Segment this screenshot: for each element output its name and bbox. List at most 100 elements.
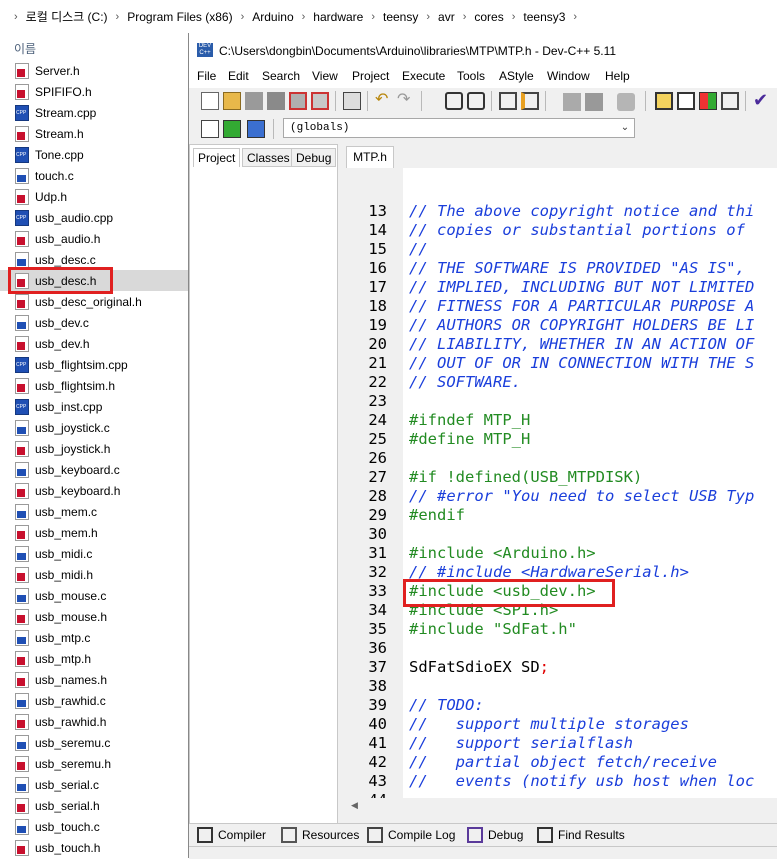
menu-project[interactable]: Project — [352, 69, 389, 83]
code-line[interactable]: #include "SdFat.h" — [409, 620, 577, 638]
tab-debug[interactable]: Debug — [291, 148, 337, 167]
menu-execute[interactable]: Execute — [402, 69, 445, 83]
breadcrumb-chevron-icon[interactable]: › — [512, 11, 516, 23]
breadcrumb-chevron-icon[interactable]: › — [371, 11, 375, 23]
explorer-address-bar[interactable]: › 로컬 디스크 (C:) › Program Files (x86) › Arduino… — [0, 0, 777, 34]
unindent-icon[interactable] — [521, 92, 539, 110]
file-item[interactable]: usb_touch.c — [0, 816, 188, 837]
print-icon[interactable] — [343, 92, 361, 110]
code-line[interactable]: // events (notify usb host when loc — [409, 772, 754, 790]
editor-tab-mtp-h[interactable]: MTP.h — [346, 146, 394, 168]
close-file-icon[interactable] — [289, 92, 307, 110]
file-item[interactable]: Udp.h — [0, 186, 188, 207]
compile-run-icon[interactable] — [699, 92, 717, 110]
code-line[interactable]: // IMPLIED, INCLUDING BUT NOT LIMITED — [409, 278, 754, 296]
find-icon[interactable] — [445, 92, 463, 110]
comment-icon[interactable] — [617, 93, 635, 111]
indent-icon[interactable] — [499, 92, 517, 110]
code-line[interactable]: // OUT OF OR IN CONNECTION WITH THE S — [409, 354, 754, 372]
close-all-icon[interactable] — [311, 92, 329, 110]
file-item[interactable]: usb_inst.cpp — [0, 396, 188, 417]
file-item[interactable]: SPIFIFO.h — [0, 81, 188, 102]
file-item[interactable]: usb_mem.h — [0, 522, 188, 543]
code-line[interactable]: // LIABILITY, WHETHER IN AN ACTION OF — [409, 335, 754, 353]
new-project-icon[interactable] — [201, 120, 219, 138]
toggle-bookmark-icon[interactable] — [563, 93, 581, 111]
menu-window[interactable]: Window — [547, 69, 590, 83]
code-line[interactable]: // copies or substantial portions of — [409, 221, 745, 239]
file-item[interactable]: usb_flightsim.cpp — [0, 354, 188, 375]
file-item[interactable]: usb_rawhid.h — [0, 711, 188, 732]
open-file-icon[interactable] — [223, 92, 241, 110]
rebuild-icon[interactable] — [721, 92, 739, 110]
file-item[interactable]: usb_flightsim.h — [0, 375, 188, 396]
breadcrumb-chevron-icon[interactable]: › — [463, 11, 467, 23]
menu-astyle[interactable]: AStyle — [499, 69, 534, 83]
file-item[interactable]: usb_desc_original.h — [0, 291, 188, 312]
tab-project[interactable]: Project — [193, 148, 241, 167]
file-item[interactable]: usb_seremu.h — [0, 753, 188, 774]
save-icon[interactable] — [245, 92, 263, 110]
menu-tools[interactable]: Tools — [457, 69, 485, 83]
breadcrumb-segment[interactable]: teensy3 — [523, 10, 565, 24]
file-item[interactable]: usb_audio.cpp — [0, 207, 188, 228]
replace-icon[interactable] — [467, 92, 485, 110]
code-line[interactable]: #ifndef MTP_H — [409, 411, 530, 429]
goto-bookmark-icon[interactable] — [585, 93, 603, 111]
menu-edit[interactable]: Edit — [228, 69, 249, 83]
code-line[interactable]: // support multiple storages — [409, 715, 689, 733]
file-item[interactable]: usb_keyboard.c — [0, 459, 188, 480]
save-all-icon[interactable] — [267, 92, 285, 110]
file-item[interactable]: usb_mtp.h — [0, 648, 188, 669]
file-item[interactable]: touch.c — [0, 165, 188, 186]
file-item[interactable]: usb_touch.h — [0, 837, 188, 858]
file-item[interactable]: Stream.cpp — [0, 102, 188, 123]
menu-help[interactable]: Help — [605, 69, 630, 83]
menu-file[interactable]: File — [197, 69, 216, 83]
file-item[interactable]: usb_serial.h — [0, 795, 188, 816]
add-to-project-icon[interactable] — [223, 120, 241, 138]
code-line[interactable]: // TODO: — [409, 696, 484, 714]
bottom-tab-resources[interactable]: Resources — [281, 824, 359, 846]
code-line[interactable]: #define MTP_H — [409, 430, 530, 448]
file-item[interactable]: usb_dev.c — [0, 312, 188, 333]
code-line[interactable]: // support serialflash — [409, 734, 633, 752]
breadcrumb-chevron-icon[interactable]: › — [573, 11, 577, 23]
file-item[interactable]: usb_rawhid.c — [0, 690, 188, 711]
file-item[interactable]: usb_midi.h — [0, 564, 188, 585]
file-item[interactable]: usb_mem.c — [0, 501, 188, 522]
redo-icon[interactable]: ↷ — [397, 92, 415, 110]
file-item[interactable]: usb_names.h — [0, 669, 188, 690]
new-file-icon[interactable] — [201, 92, 219, 110]
menu-search[interactable]: Search — [262, 69, 300, 83]
code-line[interactable]: // partial object fetch/receive — [409, 753, 717, 771]
bottom-tab-compiler[interactable]: Compiler — [197, 824, 266, 846]
file-item[interactable]: usb_joystick.c — [0, 417, 188, 438]
bottom-tab-compile-log[interactable]: Compile Log — [367, 824, 455, 846]
file-item[interactable]: usb_mtp.c — [0, 627, 188, 648]
breadcrumb-segment[interactable]: hardware — [313, 10, 363, 24]
file-item[interactable]: usb_keyboard.h — [0, 480, 188, 501]
name-column-header[interactable]: 이름 — [14, 40, 36, 57]
code-line[interactable]: #include <Arduino.h> — [409, 544, 596, 562]
file-item[interactable]: usb_midi.c — [0, 543, 188, 564]
breadcrumb-segment[interactable]: Program Files (x86) — [127, 10, 232, 24]
bottom-tab-find-results[interactable]: Find Results — [537, 824, 625, 846]
code-line[interactable]: // The above copyright notice and thi — [409, 202, 754, 220]
file-item[interactable]: usb_serial.c — [0, 774, 188, 795]
code-line[interactable]: // SOFTWARE. — [409, 373, 521, 391]
file-item[interactable]: usb_joystick.h — [0, 438, 188, 459]
file-item[interactable]: Server.h — [0, 60, 188, 81]
file-item[interactable]: usb_seremu.c — [0, 732, 188, 753]
breadcrumb-segment[interactable]: avr — [438, 10, 455, 24]
code-line[interactable]: #endif — [409, 506, 465, 524]
file-item[interactable]: usb_audio.h — [0, 228, 188, 249]
breadcrumb-chevron-icon[interactable]: › — [302, 11, 306, 23]
tab-classes[interactable]: Classes — [242, 148, 295, 167]
scroll-left-icon[interactable]: ◀ — [351, 800, 358, 811]
breadcrumb-chevron-icon[interactable]: › — [426, 11, 430, 23]
file-item[interactable]: usb_dev.h — [0, 333, 188, 354]
horizontal-scrollbar[interactable]: ◀ — [347, 798, 777, 815]
file-item[interactable]: Tone.cpp — [0, 144, 188, 165]
file-item[interactable]: usb_mouse.h — [0, 606, 188, 627]
